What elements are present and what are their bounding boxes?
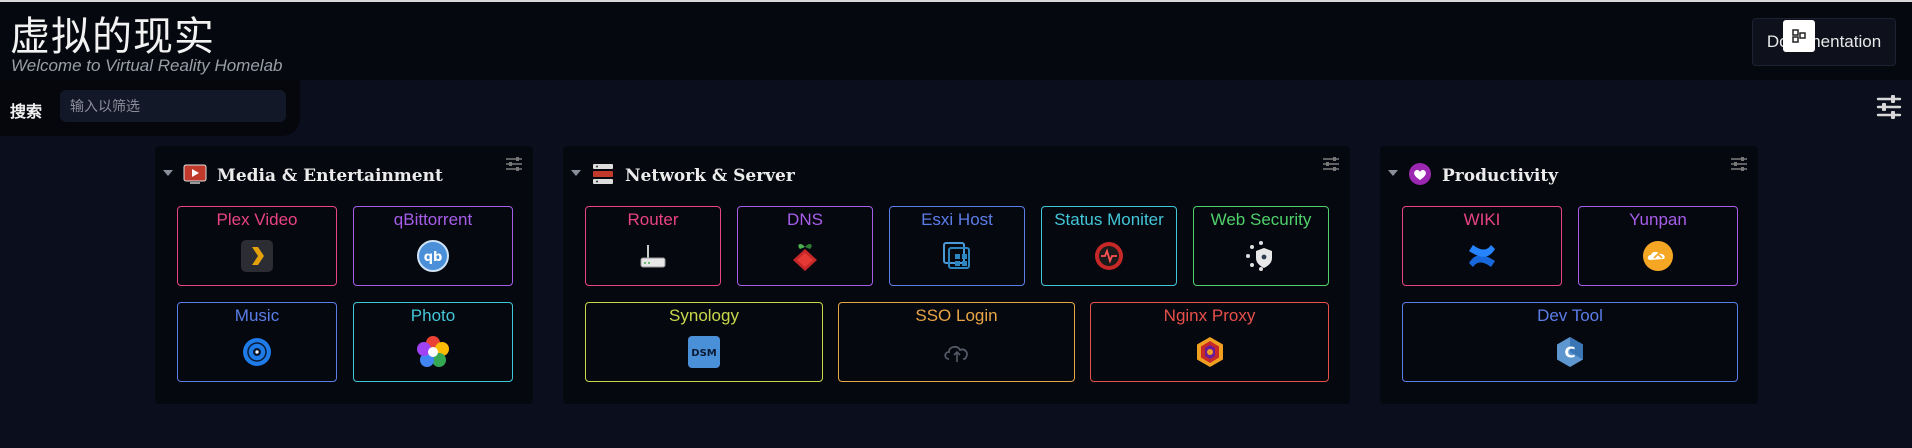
item-label: SSO Login xyxy=(915,306,998,325)
router-icon xyxy=(640,245,666,268)
item-wiki[interactable]: WIKI xyxy=(1402,206,1562,286)
item-label: WIKI xyxy=(1463,210,1501,229)
collapse-arrow-icon[interactable] xyxy=(163,170,173,176)
tv-icon xyxy=(183,164,207,184)
item-web-security[interactable]: Web Security xyxy=(1193,206,1329,286)
dsm-icon: DSM xyxy=(688,336,720,368)
uptime-monitor-icon xyxy=(1095,242,1123,270)
qbittorrent-icon: qb xyxy=(417,240,449,272)
section-media-entertainment: Media & Entertainment Plex Video qBittor… xyxy=(155,146,533,404)
item-label: Dev Tool xyxy=(1537,306,1603,325)
collapse-arrow-icon[interactable] xyxy=(1388,170,1398,176)
shield-icon xyxy=(1246,241,1272,271)
cloud-drive-icon xyxy=(1643,241,1673,271)
section-title: Productivity xyxy=(1442,166,1559,186)
item-router[interactable]: Router xyxy=(585,206,721,286)
item-label: Nginx Proxy xyxy=(1163,306,1256,325)
item-photo[interactable]: Photo xyxy=(353,302,513,382)
page-header: 虚拟的现实 Welcome to Virtual Reality Homelab… xyxy=(0,2,1912,80)
item-label: Yunpan xyxy=(1629,210,1687,229)
item-dev-tool[interactable]: Dev Tool C xyxy=(1402,302,1738,382)
item-qbittorrent[interactable]: qBittorrent qb xyxy=(353,206,513,286)
item-label: Router xyxy=(627,210,679,229)
section-productivity: Productivity WIKI Yunpan Dev Tool C xyxy=(1380,146,1758,404)
item-label: Esxi Host xyxy=(921,210,993,229)
item-label: DNS xyxy=(787,210,823,229)
svg-text:qb: qb xyxy=(424,250,443,265)
page-subtitle: Welcome to Virtual Reality Homelab xyxy=(11,56,283,75)
item-label: Music xyxy=(234,306,280,325)
documentation-button[interactable]: Documentation xyxy=(1752,18,1896,66)
section-title: Network & Server xyxy=(625,166,795,186)
item-synology[interactable]: Synology DSM xyxy=(585,302,823,382)
cloud-sync-icon xyxy=(943,345,968,362)
collapse-arrow-icon[interactable] xyxy=(571,170,581,176)
esxi-icon xyxy=(943,242,970,269)
code-c-icon: C xyxy=(1557,337,1583,367)
item-status-moniter[interactable]: Status Moniter xyxy=(1041,206,1177,286)
item-label: Web Security xyxy=(1210,210,1312,229)
section-options-icon[interactable] xyxy=(505,156,523,172)
item-label: Photo xyxy=(410,306,456,325)
item-label: Synology xyxy=(669,306,739,325)
server-rack-icon xyxy=(593,164,613,184)
item-yunpan[interactable]: Yunpan xyxy=(1578,206,1738,286)
search-input[interactable] xyxy=(60,90,286,122)
svg-text:C: C xyxy=(1564,344,1575,362)
external-link-popup[interactable] xyxy=(1783,20,1815,52)
music-disc-icon xyxy=(243,338,271,366)
item-dns[interactable]: DNS xyxy=(737,206,873,286)
search-bar: 搜索 xyxy=(0,80,300,136)
section-network-server: Network & Server Router DNS Esxi Host St… xyxy=(563,146,1350,404)
item-nginx-proxy[interactable]: Nginx Proxy xyxy=(1090,302,1329,382)
external-link-icon xyxy=(1792,29,1806,43)
item-sso-login[interactable]: SSO Login xyxy=(838,302,1075,382)
plex-icon xyxy=(241,240,273,272)
item-label: Plex Video xyxy=(216,210,298,229)
section-options-icon[interactable] xyxy=(1730,156,1748,172)
page-title: 虚拟的现实 xyxy=(10,14,215,60)
item-label: Status Moniter xyxy=(1054,210,1164,229)
photo-flower-icon xyxy=(417,336,449,367)
settings-sliders-icon[interactable] xyxy=(1876,94,1902,125)
item-plex-video[interactable]: Plex Video xyxy=(177,206,337,286)
section-title: Media & Entertainment xyxy=(217,166,443,186)
confluence-icon xyxy=(1469,245,1495,267)
pihole-icon xyxy=(793,243,817,271)
item-label: qBittorrent xyxy=(393,210,473,229)
nginx-proxy-icon xyxy=(1196,337,1223,367)
item-esxi-host[interactable]: Esxi Host xyxy=(889,206,1025,286)
section-options-icon[interactable] xyxy=(1322,156,1340,172)
heart-icon xyxy=(1409,163,1431,185)
search-label: 搜索 xyxy=(10,104,43,121)
svg-text:DSM: DSM xyxy=(691,348,717,359)
item-music[interactable]: Music xyxy=(177,302,337,382)
